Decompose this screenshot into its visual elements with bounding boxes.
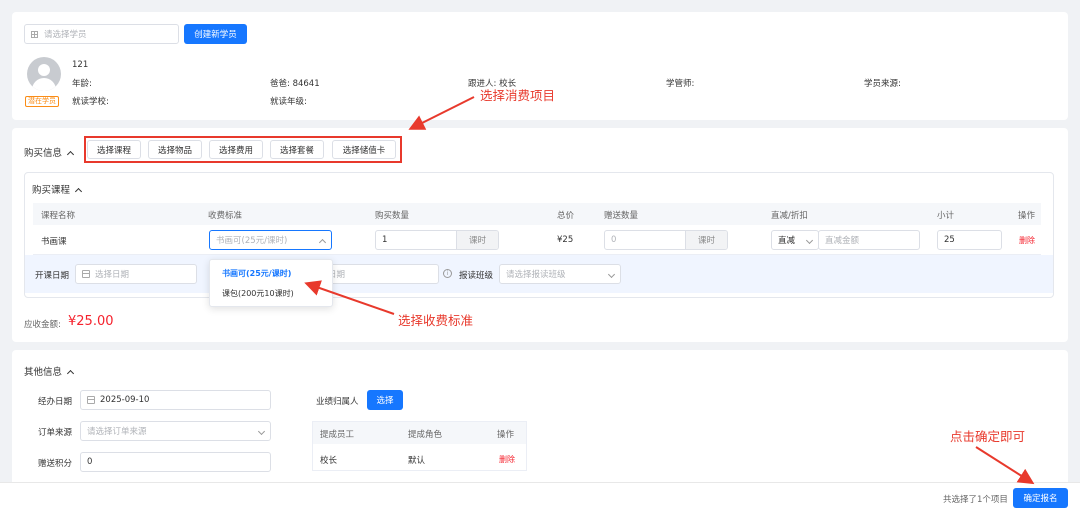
grid-icon [31,30,38,38]
school-label: 就读学校: [72,97,109,107]
receivable-label: 应收金额: [24,320,61,330]
points-value: 0 [87,457,93,467]
col-total: 总价 [557,211,575,221]
commission-staff: 校长 [320,456,338,466]
course-panel-title: 购买课程 [32,185,71,196]
commission-role: 默认 [408,456,426,466]
discount-amount-placeholder: 直减金额 [825,236,860,246]
student-search-input[interactable]: 请选择学员 [24,24,179,44]
avatar [27,57,61,91]
start-date-input[interactable]: 选择日期 [75,264,197,284]
chevron-down-icon [257,427,266,436]
date-input[interactable]: 2025-09-10 [80,390,271,410]
chevron-down-icon [607,270,616,279]
subtotal-value: 25 [944,235,955,245]
col-action: 操作 [1018,211,1036,221]
col-subtotal: 小计 [937,211,955,221]
collapse-icon [66,369,75,378]
commission-table-header: 提成员工 提成角色 操作 [313,422,526,444]
course-extra-row: 开课日期 选择日期 日期 i 报读班级 请选择报读班级 [25,255,1053,293]
col-discount: 直减/折扣 [771,211,808,221]
table-row: 书画课 书画可(25元/课时) 1 课时 ¥25 0 课时 直减 直减金额 25… [33,225,1041,255]
create-student-button[interactable]: 创建新学员 [184,24,247,44]
order-source-placeholder: 请选择订单来源 [87,427,147,437]
commission-delete-link[interactable]: 删除 [499,454,515,465]
course-table-header: 课程名称 收费标准 购买数量 总价 赠送数量 直减/折扣 小计 操作 [33,203,1041,225]
date-label: 经办日期 [38,397,73,407]
quantity-unit: 课时 [456,231,498,249]
other-info-card: 其他信息 经办日期 2025-09-10 订单来源 请选择订单来源 赠送积分 0… [12,350,1068,486]
highlight-box [84,136,402,163]
annotation-select-items: 选择消费项目 [480,88,556,103]
fee-select-value: 书画可(25元/课时) [216,236,288,246]
confirm-enroll-button[interactable]: 确定报名 [1013,488,1068,508]
points-label: 赠送积分 [38,459,73,469]
other-section-header[interactable]: 其他信息 [24,364,75,378]
delete-row-link[interactable]: 删除 [1019,235,1035,246]
fee-select[interactable]: 书画可(25元/课时) [209,230,332,250]
collapse-icon [74,187,83,196]
performance-label: 业绩归属人 [316,397,359,407]
select-performance-button[interactable]: 选择 [367,390,403,410]
calendar-icon [82,270,90,278]
other-section-title: 其他信息 [24,367,63,378]
col-commission-role: 提成角色 [408,430,443,440]
order-source-label: 订单来源 [38,428,73,438]
discount-type-select[interactable]: 直减 [771,230,819,250]
purchase-section-title: 购买信息 [24,148,63,159]
collapse-icon [66,150,75,159]
chevron-down-icon [805,236,814,245]
annotation-confirm: 点击确定即可 [950,429,1026,444]
class-select[interactable]: 请选择报读班级 [499,264,621,284]
discount-type-value: 直减 [778,236,796,246]
annotation-select-fee: 选择收费标准 [398,313,474,328]
subtotal-input[interactable]: 25 [937,230,1002,250]
order-source-select[interactable]: 请选择订单来源 [80,421,271,441]
gift-quantity-input[interactable]: 0 课时 [604,230,728,250]
date-value: 2025-09-10 [100,395,150,405]
source-label: 学员来源: [864,79,901,89]
total-price: ¥25 [557,235,574,245]
col-gift: 赠送数量 [604,211,639,221]
student-name: 121 [72,60,89,70]
end-date-input[interactable]: 日期 [321,264,439,284]
dropdown-option[interactable]: 课包(200元10课时) [210,284,332,304]
course-panel: 购买课程 课程名称 收费标准 购买数量 总价 赠送数量 直减/折扣 小计 操作 … [24,172,1054,298]
quantity-value: 1 [382,235,388,245]
parent-info: 爸爸: 84641 [270,79,320,89]
start-date-placeholder: 选择日期 [95,270,130,280]
discount-amount-input[interactable]: 直减金额 [818,230,920,250]
purchase-card: 购买信息 选择课程 选择物品 选择费用 选择套餐 选择储值卡 购买课程 课程名称… [12,128,1068,342]
col-course-name: 课程名称 [41,211,76,221]
quantity-input[interactable]: 1 课时 [375,230,499,250]
col-commission-action: 操作 [497,430,515,440]
gift-quantity-value: 0 [611,235,617,245]
grade-label: 就读年级: [270,97,307,107]
gift-quantity-unit: 课时 [685,231,727,249]
chevron-up-icon [318,238,327,247]
class-select-placeholder: 请选择报读班级 [506,270,566,280]
info-icon: i [443,269,452,278]
col-fee: 收费标准 [208,211,243,221]
status-badge: 潜在学员 [25,96,59,107]
dropdown-option-selected[interactable]: 书画可(25元/课时) [210,264,332,284]
course-panel-header[interactable]: 购买课程 [32,182,83,196]
fee-dropdown: 书画可(25元/课时) 课包(200元10课时) [209,259,333,307]
receivable-value: ¥25.00 [68,314,114,329]
commission-table: 提成员工 提成角色 操作 校长 默认 删除 [312,421,527,471]
class-label: 报读班级 [459,271,494,281]
age-label: 年龄: [72,79,92,89]
selected-count: 共选择了1个项目 [943,495,1008,505]
col-commission-staff: 提成员工 [320,430,355,440]
start-date-label: 开课日期 [35,271,70,281]
student-search-placeholder: 请选择学员 [44,30,87,40]
manager-label: 学管师: [666,79,695,89]
col-quantity: 购买数量 [375,211,410,221]
footer-bar: 共选择了1个项目 确定报名 [0,482,1080,514]
points-input[interactable]: 0 [80,452,271,472]
course-name: 书画课 [41,237,67,247]
calendar-icon [87,396,95,404]
purchase-section-header[interactable]: 购买信息 [24,145,75,159]
